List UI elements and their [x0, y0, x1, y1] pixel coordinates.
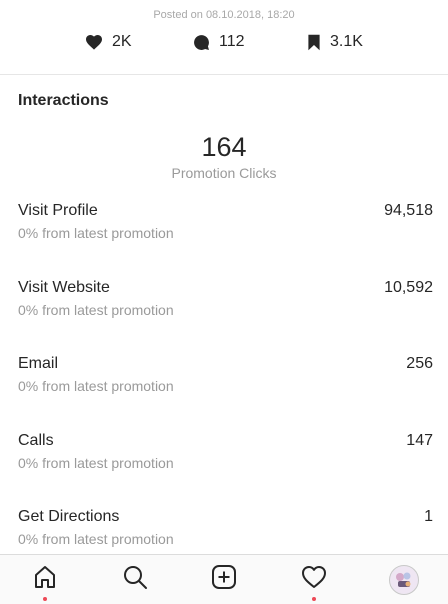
interaction-change: 0% from latest promotion	[18, 225, 174, 241]
interaction-label: Visit Website	[18, 279, 110, 296]
post-summary-header: Posted on 08.10.2018, 18:20 2K 112 3.1K	[0, 0, 448, 75]
interaction-value: 1	[424, 508, 433, 525]
profile-avatar	[389, 564, 419, 595]
comments-stat: 112	[193, 31, 245, 53]
interaction-change: 0% from latest promotion	[18, 378, 174, 394]
interaction-row-get-directions: Get Directions 1 0% from latest promotio…	[18, 508, 433, 556]
likes-stat: 2K	[85, 31, 132, 53]
interaction-change: 0% from latest promotion	[18, 531, 174, 547]
heart-icon	[85, 34, 103, 50]
saves-count: 3.1K	[330, 33, 363, 50]
interaction-value: 10,592	[384, 279, 433, 296]
tab-home[interactable]	[15, 555, 75, 604]
interaction-row-visit-website: Visit Website 10,592 0% from latest prom…	[18, 279, 433, 327]
tab-activity[interactable]	[284, 555, 344, 604]
interaction-value: 256	[406, 355, 433, 372]
interaction-change: 0% from latest promotion	[18, 302, 174, 318]
interaction-value: 147	[406, 432, 433, 449]
post-stats: 2K 112 3.1K	[0, 31, 448, 53]
comments-count: 112	[219, 33, 245, 50]
interaction-change: 0% from latest promotion	[18, 455, 174, 471]
interaction-row-email: Email 256 0% from latest promotion	[18, 355, 433, 403]
promotion-clicks-count: 164	[201, 132, 247, 162]
interaction-label: Email	[18, 355, 59, 372]
interaction-row-calls: Calls 147 0% from latest promotion	[18, 432, 433, 480]
add-post-icon	[211, 564, 237, 595]
tab-new-post[interactable]	[194, 555, 254, 604]
interactions-heading: Interactions	[18, 92, 109, 109]
tab-profile[interactable]	[374, 555, 434, 604]
tab-search[interactable]	[105, 555, 165, 604]
promotion-clicks-label: Promotion Clicks	[171, 165, 277, 181]
posted-date: Posted on 08.10.2018, 18:20	[153, 9, 295, 21]
comment-bubble-icon	[193, 34, 210, 51]
home-icon	[32, 564, 58, 595]
activity-heart-icon	[301, 565, 327, 594]
notification-dot	[312, 597, 316, 601]
bookmark-icon	[307, 34, 321, 51]
saves-stat: 3.1K	[307, 31, 363, 53]
likes-count: 2K	[112, 33, 132, 50]
interaction-row-visit-profile: Visit Profile 94,518 0% from latest prom…	[18, 202, 433, 250]
interaction-value: 94,518	[384, 202, 433, 219]
interaction-label: Visit Profile	[18, 202, 98, 219]
notification-dot	[43, 597, 47, 601]
search-icon	[122, 564, 148, 595]
interaction-label: Get Directions	[18, 508, 120, 525]
bottom-tab-bar	[0, 554, 448, 604]
interaction-label: Calls	[18, 432, 54, 449]
